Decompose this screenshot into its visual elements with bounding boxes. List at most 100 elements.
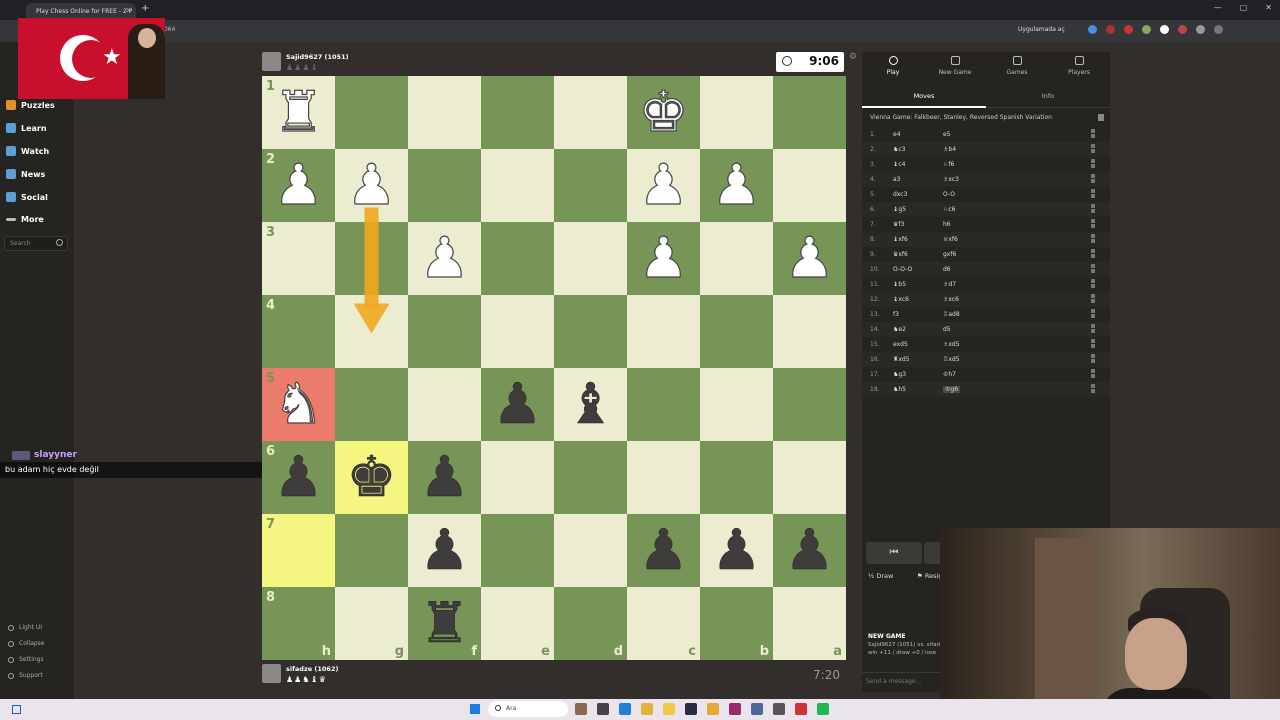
new-tab-icon[interactable]: + — [141, 3, 149, 14]
app-icon[interactable] — [575, 703, 587, 715]
white-move[interactable]: dxc3 — [893, 191, 907, 198]
black-move[interactable]: gxf6 — [943, 251, 956, 258]
white-move[interactable]: ♞g3 — [893, 371, 906, 378]
square-d7[interactable] — [554, 514, 627, 587]
square-a6[interactable] — [773, 441, 846, 514]
search-icon[interactable] — [56, 239, 63, 246]
light-ui-toggle[interactable]: Light UI — [8, 624, 42, 631]
white-king[interactable]: ♚ — [627, 76, 700, 149]
sidebar-item-more[interactable]: More — [6, 215, 44, 224]
book-icon[interactable] — [1098, 114, 1104, 121]
white-move[interactable]: ♞h5 — [893, 386, 906, 393]
square-c4[interactable] — [627, 295, 700, 368]
app-icon[interactable] — [685, 703, 697, 715]
folder-icon[interactable] — [663, 703, 675, 715]
extension-icon[interactable] — [1142, 25, 1151, 34]
black-rook[interactable]: ♜ — [408, 587, 481, 660]
black-pawn[interactable]: ♟ — [627, 514, 700, 587]
square-g3[interactable] — [335, 222, 408, 295]
square-e7[interactable] — [481, 514, 554, 587]
square-b4[interactable] — [700, 295, 773, 368]
square-b1[interactable] — [700, 76, 773, 149]
sidebar-item-puzzles[interactable]: Puzzles — [6, 100, 55, 110]
black-king[interactable]: ♚ — [335, 441, 408, 514]
square-g7[interactable] — [335, 514, 408, 587]
draw-button[interactable]: ½ Draw — [868, 572, 893, 580]
square-g5[interactable] — [335, 368, 408, 441]
white-pawn[interactable]: ♟ — [773, 222, 846, 295]
black-move[interactable]: ♖xd5 — [943, 356, 960, 363]
app-icon[interactable] — [773, 703, 785, 715]
square-a1[interactable] — [773, 76, 846, 149]
white-knight[interactable]: ♞ — [262, 368, 335, 441]
square-b8[interactable]: b — [700, 587, 773, 660]
extension-icon[interactable] — [1088, 25, 1097, 34]
sidebar-item-watch[interactable]: Watch — [6, 146, 49, 156]
black-pawn[interactable]: ♟ — [700, 514, 773, 587]
profile-icon[interactable] — [1214, 25, 1223, 34]
white-pawn[interactable]: ♟ — [262, 149, 335, 222]
square-g4[interactable] — [335, 295, 408, 368]
square-h7[interactable]: 7 — [262, 514, 335, 587]
white-rook[interactable]: ♜ — [262, 76, 335, 149]
black-move[interactable]: ♗b4 — [943, 146, 956, 153]
top-player-name[interactable]: Sajid9627 (1051) — [286, 53, 349, 61]
address-bar[interactable]: 3064 Uygulamada aç — [0, 20, 1280, 42]
bottom-player-name[interactable]: sifadze (1062) — [286, 665, 338, 673]
black-move[interactable]: ♔h7 — [943, 371, 956, 378]
square-d6[interactable] — [554, 441, 627, 514]
extension-icon[interactable] — [1106, 25, 1115, 34]
square-e3[interactable] — [481, 222, 554, 295]
square-a4[interactable] — [773, 295, 846, 368]
square-a8[interactable]: a — [773, 587, 846, 660]
black-move[interactable]: O-O — [943, 191, 955, 198]
widgets-icon[interactable] — [12, 705, 21, 714]
square-e4[interactable] — [481, 295, 554, 368]
open-in-app-button[interactable]: Uygulamada aç — [1018, 26, 1065, 33]
maximize-icon[interactable]: ▢ — [1240, 3, 1248, 12]
black-move[interactable]: ♕xf6 — [943, 236, 958, 243]
white-move[interactable]: ♝b5 — [893, 281, 906, 288]
minimize-icon[interactable]: — — [1214, 3, 1222, 12]
square-e6[interactable] — [481, 441, 554, 514]
square-e2[interactable] — [481, 149, 554, 222]
square-g8[interactable]: g — [335, 587, 408, 660]
white-pawn[interactable]: ♟ — [700, 149, 773, 222]
app-icon[interactable] — [729, 703, 741, 715]
tab-games[interactable]: Games — [986, 56, 1048, 76]
square-h3[interactable]: 3 — [262, 222, 335, 295]
tab-players[interactable]: Players — [1048, 56, 1110, 76]
black-move[interactable]: ♘f6 — [943, 161, 954, 168]
extension-icon[interactable] — [1178, 25, 1187, 34]
square-b5[interactable] — [700, 368, 773, 441]
white-move[interactable]: ♛f3 — [893, 221, 904, 228]
square-h4[interactable]: 4 — [262, 295, 335, 368]
black-move[interactable]: ♗xc3 — [943, 176, 959, 183]
black-move[interactable]: ♘c6 — [943, 206, 956, 213]
square-f2[interactable] — [408, 149, 481, 222]
white-move[interactable]: exd5 — [893, 341, 908, 348]
black-move[interactable]: ♗xc6 — [943, 296, 959, 303]
extension-icon[interactable] — [1160, 25, 1169, 34]
task-view-icon[interactable] — [597, 703, 609, 715]
white-move[interactable]: a3 — [893, 176, 901, 183]
extension-icon[interactable] — [1196, 25, 1205, 34]
black-move[interactable]: d6 — [943, 266, 951, 273]
black-pawn[interactable]: ♟ — [408, 441, 481, 514]
white-move[interactable]: ♞c3 — [893, 146, 906, 153]
chess-board[interactable]: 1 2 3 4 5 6 7 8 h g f e d c b a ♜ ♚ ♟ ♟ ♟ ♟ ♟ ♟ ♟ ♞ ♟ ♝ ♟ ♚ ♟ ♟ ♟ ♟ ♟ ♜ — [262, 76, 846, 660]
app-icon[interactable] — [707, 703, 719, 715]
white-move[interactable]: ♞e2 — [893, 326, 906, 333]
sidebar-search-input[interactable]: Search — [4, 236, 68, 251]
square-a5[interactable] — [773, 368, 846, 441]
square-f1[interactable] — [408, 76, 481, 149]
black-move[interactable]: ♖ad8 — [943, 311, 960, 318]
black-move[interactable]: ♗xd5 — [943, 341, 960, 348]
square-c5[interactable] — [627, 368, 700, 441]
black-pawn[interactable]: ♟ — [408, 514, 481, 587]
white-move[interactable]: O-O-O — [893, 266, 912, 273]
support-button[interactable]: Support — [8, 672, 43, 679]
black-move[interactable]: ♗d7 — [943, 281, 956, 288]
square-d4[interactable] — [554, 295, 627, 368]
collapse-button[interactable]: Collapse — [8, 640, 45, 647]
